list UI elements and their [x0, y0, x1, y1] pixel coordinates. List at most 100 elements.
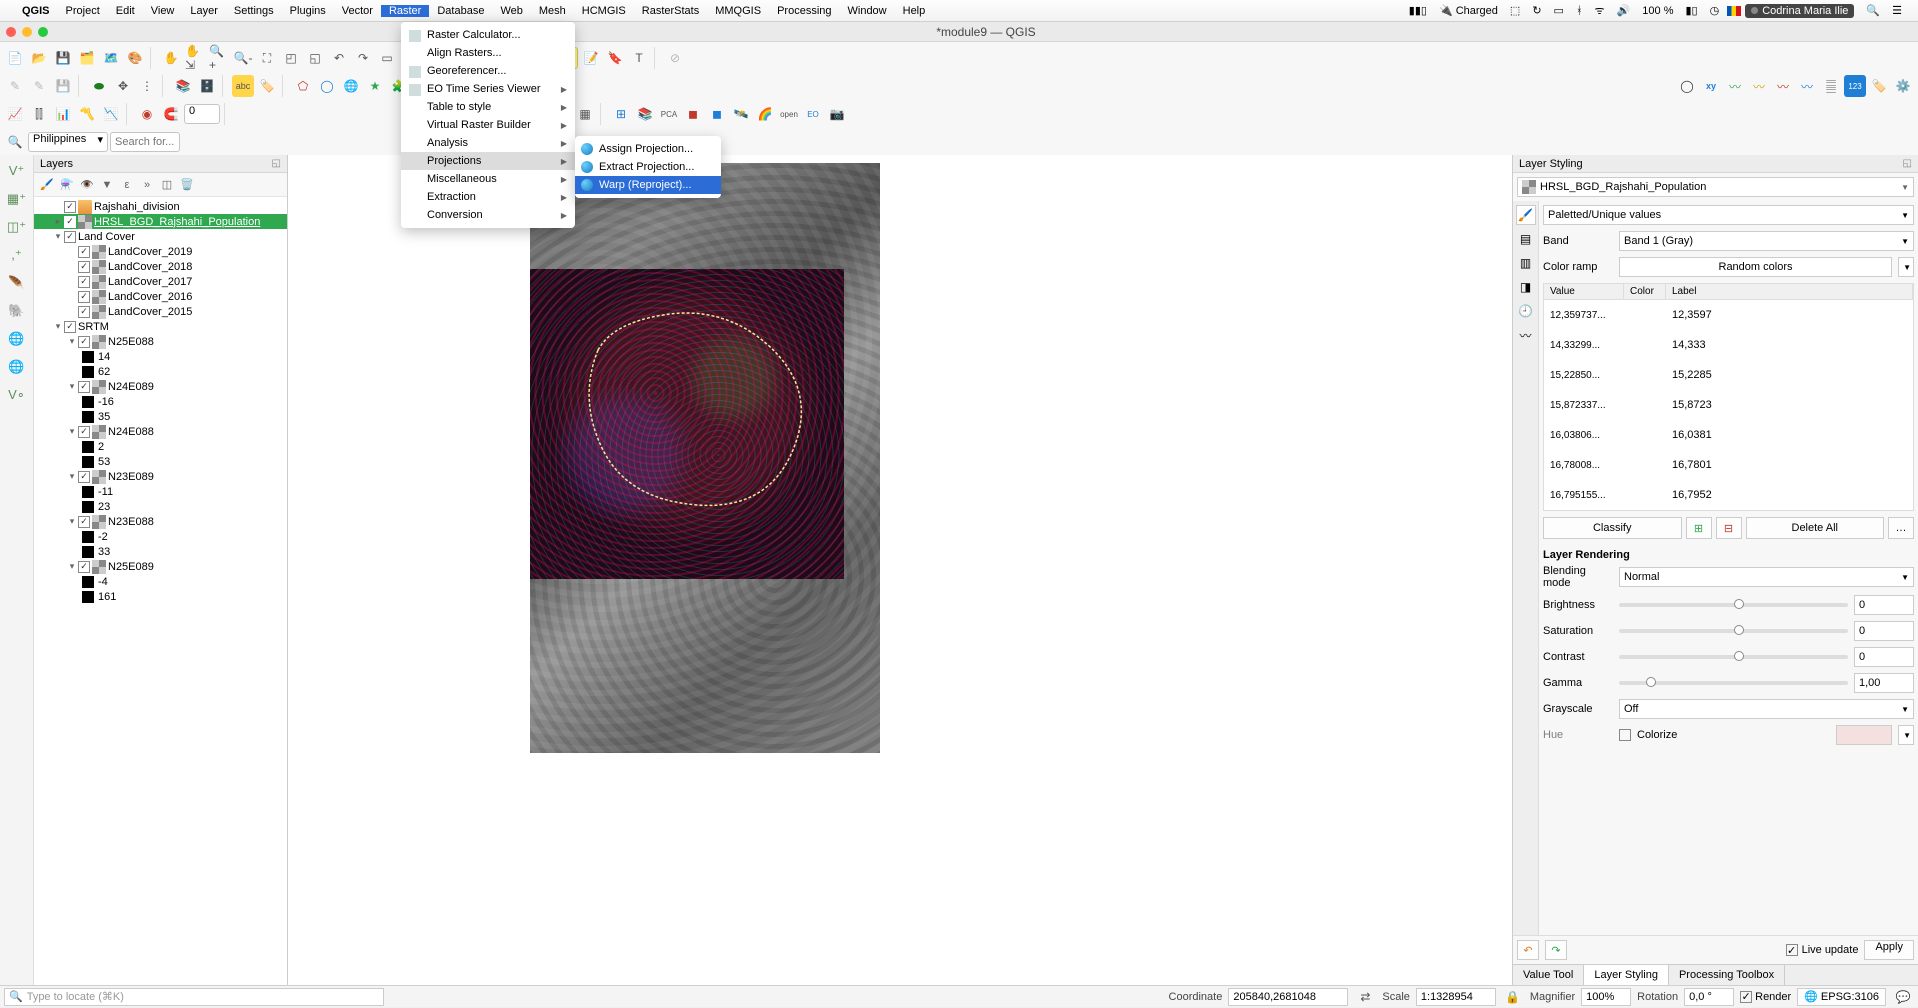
- class-row[interactable]: 14,33299...14,333: [1544, 330, 1913, 360]
- polygon-tool-button[interactable]: ⬠: [292, 75, 314, 97]
- maximize-window-button[interactable]: [38, 27, 48, 37]
- pan-map-button[interactable]: ✋: [160, 47, 182, 69]
- colorize-menu-button[interactable]: ▼: [1898, 725, 1914, 745]
- histogram-tab-icon[interactable]: ▥: [1516, 253, 1536, 273]
- class-row[interactable]: 16,795155...16,7952: [1544, 480, 1913, 510]
- menu-hcmgis[interactable]: HCMGIS: [574, 5, 634, 17]
- vertex-tool-button[interactable]: ⋮: [136, 75, 158, 97]
- globe-tool-button[interactable]: 🌐: [340, 75, 362, 97]
- menu-mmqgis[interactable]: MMQGIS: [707, 5, 769, 17]
- blending-select[interactable]: Normal▼: [1619, 567, 1914, 587]
- spotlight-icon[interactable]: 🔍: [1862, 4, 1884, 17]
- green-graph-icon[interactable]: 📈: [4, 103, 26, 125]
- minimize-window-button[interactable]: [22, 27, 32, 37]
- rendering-tab-icon[interactable]: ◨: [1516, 277, 1536, 297]
- menu-window[interactable]: Window: [840, 5, 895, 17]
- close-window-button[interactable]: [6, 27, 16, 37]
- zoom-full-button[interactable]: ⛶: [256, 47, 278, 69]
- curve-tool-gold[interactable]: 〰: [1748, 75, 1770, 97]
- menu-edit[interactable]: Edit: [108, 5, 143, 17]
- brightness-slider[interactable]: [1619, 603, 1848, 607]
- classify-button[interactable]: Classify: [1543, 517, 1682, 539]
- spectrum-icon[interactable]: 🌈: [754, 103, 776, 125]
- menu-view[interactable]: View: [143, 5, 183, 17]
- layer-row[interactable]: ▸HRSL_BGD_Rajshahi_Population: [34, 214, 287, 229]
- layer-visibility-checkbox[interactable]: [78, 306, 90, 318]
- raster-menu-item[interactable]: Virtual Raster Builder: [401, 116, 575, 134]
- annotation-button[interactable]: 📝: [580, 47, 602, 69]
- class-row[interactable]: 16,03806...16,0381: [1544, 420, 1913, 450]
- sync-icon[interactable]: ↻: [1528, 4, 1545, 17]
- camera-icon[interactable]: 📷: [826, 103, 848, 125]
- eo-icon[interactable]: EO: [802, 103, 824, 125]
- render-checkbox[interactable]: ✓ Render: [1740, 991, 1791, 1003]
- add-feature-button[interactable]: ⬬: [88, 75, 110, 97]
- app-name[interactable]: QGIS: [14, 5, 58, 17]
- raster-menu-item[interactable]: Conversion: [401, 206, 575, 224]
- dock-tab[interactable]: Layer Styling: [1584, 965, 1669, 985]
- new-map-view-button[interactable]: ▭: [376, 47, 398, 69]
- funnel-icon[interactable]: ▼: [98, 176, 116, 194]
- live-update-checkbox[interactable]: ✓ Live update: [1786, 944, 1859, 956]
- snapping-button[interactable]: 🧲: [160, 103, 182, 125]
- th-value[interactable]: Value: [1544, 284, 1624, 299]
- coordinate-toggle-icon[interactable]: ⇄: [1354, 986, 1376, 1008]
- contrast-value[interactable]: 0: [1854, 647, 1914, 667]
- save-edits-button[interactable]: 💾: [52, 75, 74, 97]
- class-row[interactable]: 12,359737...12,3597: [1544, 300, 1913, 330]
- curve-tool-green[interactable]: 〰: [1724, 75, 1746, 97]
- menu-vector[interactable]: Vector: [334, 5, 381, 17]
- raster-menu-item[interactable]: EO Time Series Viewer: [401, 80, 575, 98]
- remove-button[interactable]: 🗑️: [178, 176, 196, 194]
- style-manager-button[interactable]: 🎨: [124, 47, 146, 69]
- map-canvas[interactable]: [288, 155, 1512, 985]
- grid-icon[interactable]: 𝄛: [1820, 75, 1842, 97]
- crs-button[interactable]: 🌐 EPSG:3106: [1797, 988, 1886, 1006]
- expr-button[interactable]: ε: [118, 176, 136, 194]
- bluetooth-icon[interactable]: ᚼ: [1572, 5, 1587, 17]
- eye-filter-button[interactable]: 👁️: [78, 176, 96, 194]
- xy-button[interactable]: xy: [1700, 75, 1722, 97]
- layer-row[interactable]: ▾Land Cover: [34, 229, 287, 244]
- layer-visibility-checkbox[interactable]: [78, 246, 90, 258]
- saturation-value[interactable]: 0: [1854, 621, 1914, 641]
- dock-tab[interactable]: Processing Toolbox: [1669, 965, 1785, 985]
- move-feature-button[interactable]: ✥: [112, 75, 134, 97]
- menu-rasterstats[interactable]: RasterStats: [634, 5, 707, 17]
- class-row[interactable]: 15,872337...15,8723: [1544, 390, 1913, 420]
- circle-tool-button[interactable]: ◯: [316, 75, 338, 97]
- saturation-slider[interactable]: [1619, 629, 1848, 633]
- layer-visibility-checkbox[interactable]: [78, 426, 90, 438]
- remove-class-button[interactable]: ⊟: [1716, 517, 1742, 539]
- menu-web[interactable]: Web: [492, 5, 530, 17]
- menu-database[interactable]: Database: [429, 5, 492, 17]
- flag-icon[interactable]: [1727, 6, 1741, 16]
- layer-visibility-checkbox[interactable]: [78, 561, 90, 573]
- red-cube-icon[interactable]: ◼: [682, 103, 704, 125]
- dock-tab[interactable]: Value Tool: [1513, 965, 1584, 985]
- digitize-pencil-button[interactable]: ✎: [4, 75, 26, 97]
- projections-submenu-item[interactable]: Assign Projection...: [575, 140, 721, 158]
- messages-icon[interactable]: 💬: [1892, 986, 1914, 1008]
- layer-row[interactable]: ▾N23E088: [34, 514, 287, 529]
- chart3-icon[interactable]: 📉: [100, 103, 122, 125]
- menu-extras-icon[interactable]: ☰: [1888, 4, 1906, 17]
- add-vector-button[interactable]: V⁺: [5, 159, 29, 183]
- pca-icon[interactable]: PCA: [658, 103, 680, 125]
- rotation-field[interactable]: 0,0 °: [1684, 988, 1734, 1006]
- apply-button[interactable]: Apply: [1864, 940, 1914, 960]
- menu-settings[interactable]: Settings: [226, 5, 282, 17]
- redo-style-button[interactable]: ↷: [1545, 940, 1567, 960]
- expand-button[interactable]: »: [138, 176, 156, 194]
- add-csv-button[interactable]: ,⁺: [5, 243, 29, 267]
- other-tab-icon[interactable]: 〰: [1516, 325, 1536, 345]
- layer-visibility-checkbox[interactable]: [78, 471, 90, 483]
- layer-visibility-checkbox[interactable]: [78, 336, 90, 348]
- layer-row[interactable]: ▾N25E089: [34, 559, 287, 574]
- layer-row[interactable]: ▾N24E089: [34, 379, 287, 394]
- layer-visibility-checkbox[interactable]: [78, 276, 90, 288]
- menu-layer[interactable]: Layer: [182, 5, 226, 17]
- circle-icon[interactable]: ◯: [1676, 75, 1698, 97]
- user-account[interactable]: Codrina Maria Ilie: [1745, 4, 1854, 18]
- add-virtual-button[interactable]: V∘: [5, 383, 29, 407]
